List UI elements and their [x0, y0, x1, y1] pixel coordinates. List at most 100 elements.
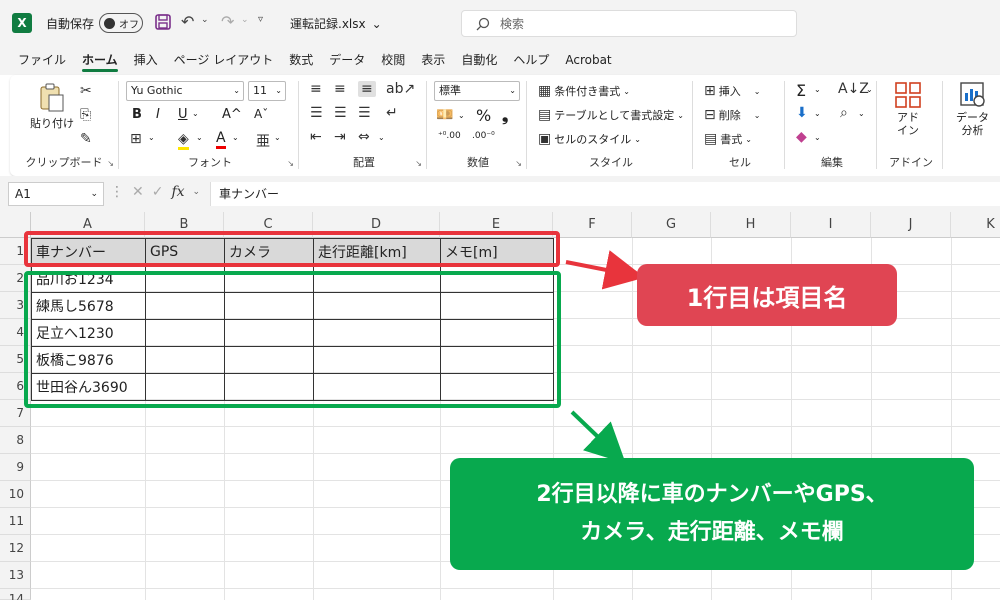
autosum-dropdown-icon[interactable]: ⌄	[814, 85, 821, 94]
undo-icon[interactable]: ↶	[181, 12, 194, 31]
tab-data[interactable]: データ	[321, 46, 373, 75]
conditional-format-button[interactable]: ▦ 条件付き書式 ⌄	[538, 83, 630, 99]
dialog-launcher-icon[interactable]: ↘	[107, 159, 114, 168]
font-color-button[interactable]: A	[216, 130, 226, 149]
merge-center-icon[interactable]: ⇔	[358, 129, 370, 145]
orientation-icon[interactable]: ab↗	[386, 81, 415, 97]
clear-icon[interactable]: ◆	[796, 129, 807, 145]
file-name[interactable]: 運転記録.xlsx ⌄	[290, 15, 382, 32]
decrease-indent-icon[interactable]: ⇤	[310, 129, 322, 145]
tab-formulas[interactable]: 数式	[281, 46, 321, 75]
format-painter-icon[interactable]: ✎	[80, 131, 92, 147]
autosum-button[interactable]: Σ	[796, 81, 806, 100]
copy-icon[interactable]: ⎘	[80, 107, 91, 123]
tab-file[interactable]: ファイル	[10, 46, 74, 75]
merge-dropdown-icon[interactable]: ⌄	[378, 133, 385, 142]
clear-dropdown-icon[interactable]: ⌄	[814, 133, 821, 142]
shrink-font-button[interactable]: Aˇ	[254, 107, 268, 121]
dialog-launcher-icon[interactable]: ↘	[415, 159, 422, 168]
find-dropdown-icon[interactable]: ⌄	[858, 109, 865, 118]
align-right-icon[interactable]: ☰	[358, 105, 371, 121]
row-header-12[interactable]: 12	[0, 535, 31, 562]
search-box[interactable]: 検索	[461, 10, 797, 37]
tab-page-layout[interactable]: ページ レイアウト	[166, 46, 282, 75]
fill-color-icon[interactable]: ◈	[178, 131, 189, 150]
cut-icon[interactable]: ✂	[80, 83, 92, 99]
bold-button[interactable]: B	[132, 107, 142, 122]
column-header-h[interactable]: H	[711, 212, 791, 238]
tab-insert[interactable]: 挿入	[126, 46, 166, 75]
border-dropdown-icon[interactable]: ⌄	[148, 133, 155, 142]
row-header-10[interactable]: 10	[0, 481, 31, 508]
underline-dropdown-icon[interactable]: ⌄	[192, 109, 199, 118]
insert-cells-button[interactable]: ⊞ 挿入 ⌄	[704, 83, 760, 99]
formula-input[interactable]: 車ナンバー	[210, 182, 1000, 206]
row-header-9[interactable]: 9	[0, 454, 31, 481]
sort-filter-icon[interactable]: A↓Z	[838, 81, 869, 97]
column-header-g[interactable]: G	[632, 212, 711, 238]
comma-button[interactable]: ❟	[502, 106, 508, 126]
increase-decimal-icon[interactable]: ⁺⁰.00	[438, 131, 461, 141]
tab-acrobat[interactable]: Acrobat	[557, 46, 619, 75]
tab-help[interactable]: ヘルプ	[505, 46, 557, 75]
data-analysis-button[interactable]: データ 分析	[956, 81, 989, 137]
align-bottom-icon[interactable]: ≡	[358, 81, 376, 97]
align-center-icon[interactable]: ☰	[334, 105, 347, 121]
italic-button[interactable]: I	[156, 107, 160, 122]
redo-icon[interactable]: ↷	[221, 12, 234, 31]
font-color-dropdown-icon[interactable]: ⌄	[232, 133, 239, 142]
row-header-14[interactable]: 14	[0, 589, 31, 600]
percent-button[interactable]: %	[476, 106, 491, 125]
row-header-8[interactable]: 8	[0, 427, 31, 454]
align-middle-icon[interactable]: ≡	[334, 81, 346, 97]
insert-function-icon[interactable]: fx	[171, 184, 184, 200]
currency-dropdown-icon[interactable]: ⌄	[458, 111, 465, 120]
increase-indent-icon[interactable]: ⇥	[334, 129, 346, 145]
phonetic-icon[interactable]: 亜	[256, 131, 270, 151]
customize-qat-icon[interactable]: ▿	[258, 14, 263, 25]
addins-button[interactable]: アド イン	[894, 81, 922, 137]
format-as-table-button[interactable]: ▤ テーブルとして書式設定 ⌄	[538, 107, 684, 123]
fill-dropdown-icon[interactable]: ⌄	[814, 109, 821, 118]
tab-view[interactable]: 表示	[413, 46, 453, 75]
chevron-down-icon[interactable]: ⌄	[193, 187, 201, 197]
row-header-13[interactable]: 13	[0, 562, 31, 589]
decrease-decimal-icon[interactable]: .00⁻⁰	[472, 131, 495, 141]
wrap-text-icon[interactable]: ↵	[386, 105, 398, 121]
fill-dropdown-icon[interactable]: ⌄	[196, 133, 203, 142]
border-icon[interactable]: ⊞	[130, 131, 142, 147]
undo-dropdown-icon[interactable]: ⌄	[201, 15, 209, 25]
sort-dropdown-icon[interactable]: ⌄	[866, 85, 873, 94]
column-header-i[interactable]: I	[791, 212, 871, 238]
fill-icon[interactable]: ⬇	[796, 105, 808, 121]
tab-review[interactable]: 校閲	[373, 46, 413, 75]
paste-button[interactable]: 貼り付け	[30, 83, 74, 131]
name-box[interactable]: A1 ⌄	[8, 182, 104, 206]
enter-icon[interactable]: ✓	[152, 184, 164, 200]
grow-font-button[interactable]: A^	[222, 107, 242, 122]
dialog-launcher-icon[interactable]: ↘	[515, 159, 522, 168]
column-header-f[interactable]: F	[553, 212, 632, 238]
font-size-select[interactable]: 11 ⌄	[248, 81, 286, 101]
column-header-j[interactable]: J	[871, 212, 951, 238]
column-header-k[interactable]: K	[951, 212, 1000, 238]
cell-styles-button[interactable]: ▣ セルのスタイル ⌄	[538, 131, 641, 147]
row-header-11[interactable]: 11	[0, 508, 31, 535]
autosave-toggle[interactable]: オフ	[99, 13, 143, 33]
find-select-icon[interactable]: ⌕	[840, 105, 848, 121]
save-icon[interactable]	[153, 12, 173, 32]
underline-button[interactable]: U	[178, 107, 188, 122]
phonetic-dropdown-icon[interactable]: ⌄	[274, 133, 281, 142]
align-left-icon[interactable]: ☰	[310, 105, 323, 121]
redo-dropdown-icon[interactable]: ⌄	[241, 15, 249, 25]
format-cells-button[interactable]: ▤ 書式 ⌄	[704, 131, 752, 147]
align-top-icon[interactable]: ≡	[310, 81, 322, 97]
delete-cells-button[interactable]: ⊟ 削除 ⌄	[704, 107, 760, 123]
number-format-select[interactable]: 標準 ⌄	[434, 81, 520, 101]
tab-home[interactable]: ホーム	[74, 46, 126, 75]
tab-automate[interactable]: 自動化	[453, 46, 505, 75]
dialog-launcher-icon[interactable]: ↘	[287, 159, 294, 168]
currency-icon[interactable]: 💴	[436, 107, 453, 123]
font-name-select[interactable]: Yu Gothic ⌄	[126, 81, 244, 101]
cancel-icon[interactable]: ✕	[132, 184, 144, 200]
